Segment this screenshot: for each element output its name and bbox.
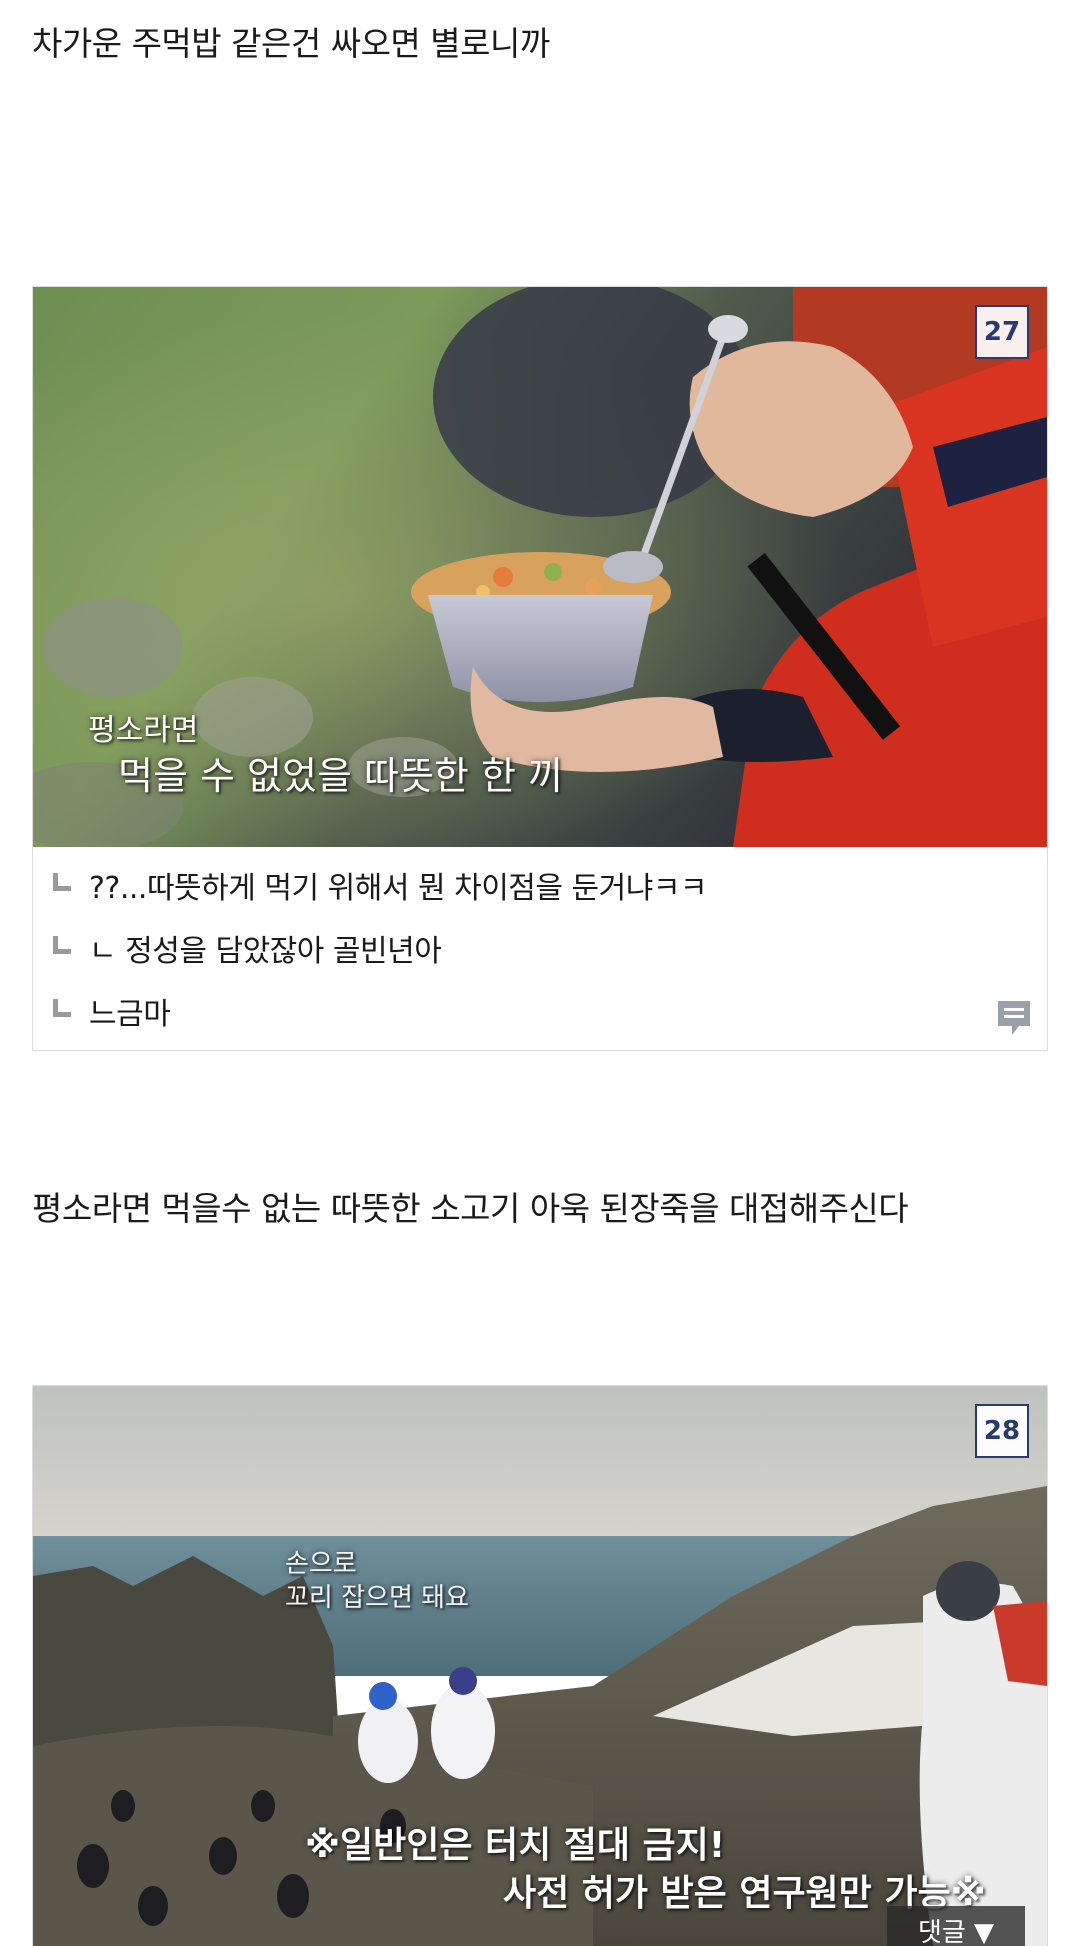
image-number-badge: 27: [975, 305, 1029, 359]
reply-arrow-icon: [53, 872, 71, 891]
comment-text: 느금마: [89, 996, 171, 1032]
comment-toggle-button[interactable]: 댓글 ▼: [887, 1906, 1025, 1946]
comment-bubble-icon[interactable]: [995, 998, 1033, 1038]
image-number-badge: 28: [975, 1404, 1029, 1458]
post-image: 28 손으로 꼬리 잡으면 돼요 ※일반인은 터치 절대 금지! 사전 허가 받…: [33, 1386, 1047, 1946]
comment-item[interactable]: ㄴ 정성을 담았잖아 골빈년아: [33, 916, 1047, 979]
image-caption: 꼬리 잡으면 돼요: [285, 1583, 469, 1613]
post-image: 27 평소라면 먹을 수 없었을 따뜻한 한 끼: [33, 287, 1047, 847]
reply-arrow-icon: [53, 935, 71, 954]
comment-text: ㄴ 정성을 담았잖아 골빈년아: [89, 933, 442, 969]
image-caption: 손으로: [285, 1549, 357, 1579]
comment-text: ??...따뜻하게 먹기 위해서 뭔 차이점을 둔거냐ㅋㅋ: [89, 870, 708, 906]
image-caption: 평소라면: [88, 713, 199, 748]
post-paragraph: 평소라면 먹을수 없는 따뜻한 소고기 아욱 된장죽을 대접해주신다: [32, 1189, 909, 1228]
post-paragraph: 차가운 주먹밥 같은건 싸오면 별로니까: [32, 24, 550, 63]
comment-item[interactable]: 느금마: [33, 979, 1047, 1042]
comment-item[interactable]: ??...따뜻하게 먹기 위해서 뭔 차이점을 둔거냐ㅋㅋ: [33, 853, 1047, 916]
image-card: 27 평소라면 먹을 수 없었을 따뜻한 한 끼 ??...따뜻하게 먹기 위해…: [32, 286, 1048, 1051]
comment-list: ??...따뜻하게 먹기 위해서 뭔 차이점을 둔거냐ㅋㅋ ㄴ 정성을 담았잖아…: [33, 847, 1047, 1050]
image-caption: ※일반인은 터치 절대 금지!: [305, 1825, 726, 1866]
image-caption: 먹을 수 없었을 따뜻한 한 끼: [118, 754, 563, 798]
reply-arrow-icon: [53, 998, 71, 1017]
image-card: 28 손으로 꼬리 잡으면 돼요 ※일반인은 터치 절대 금지! 사전 허가 받…: [32, 1385, 1048, 1946]
